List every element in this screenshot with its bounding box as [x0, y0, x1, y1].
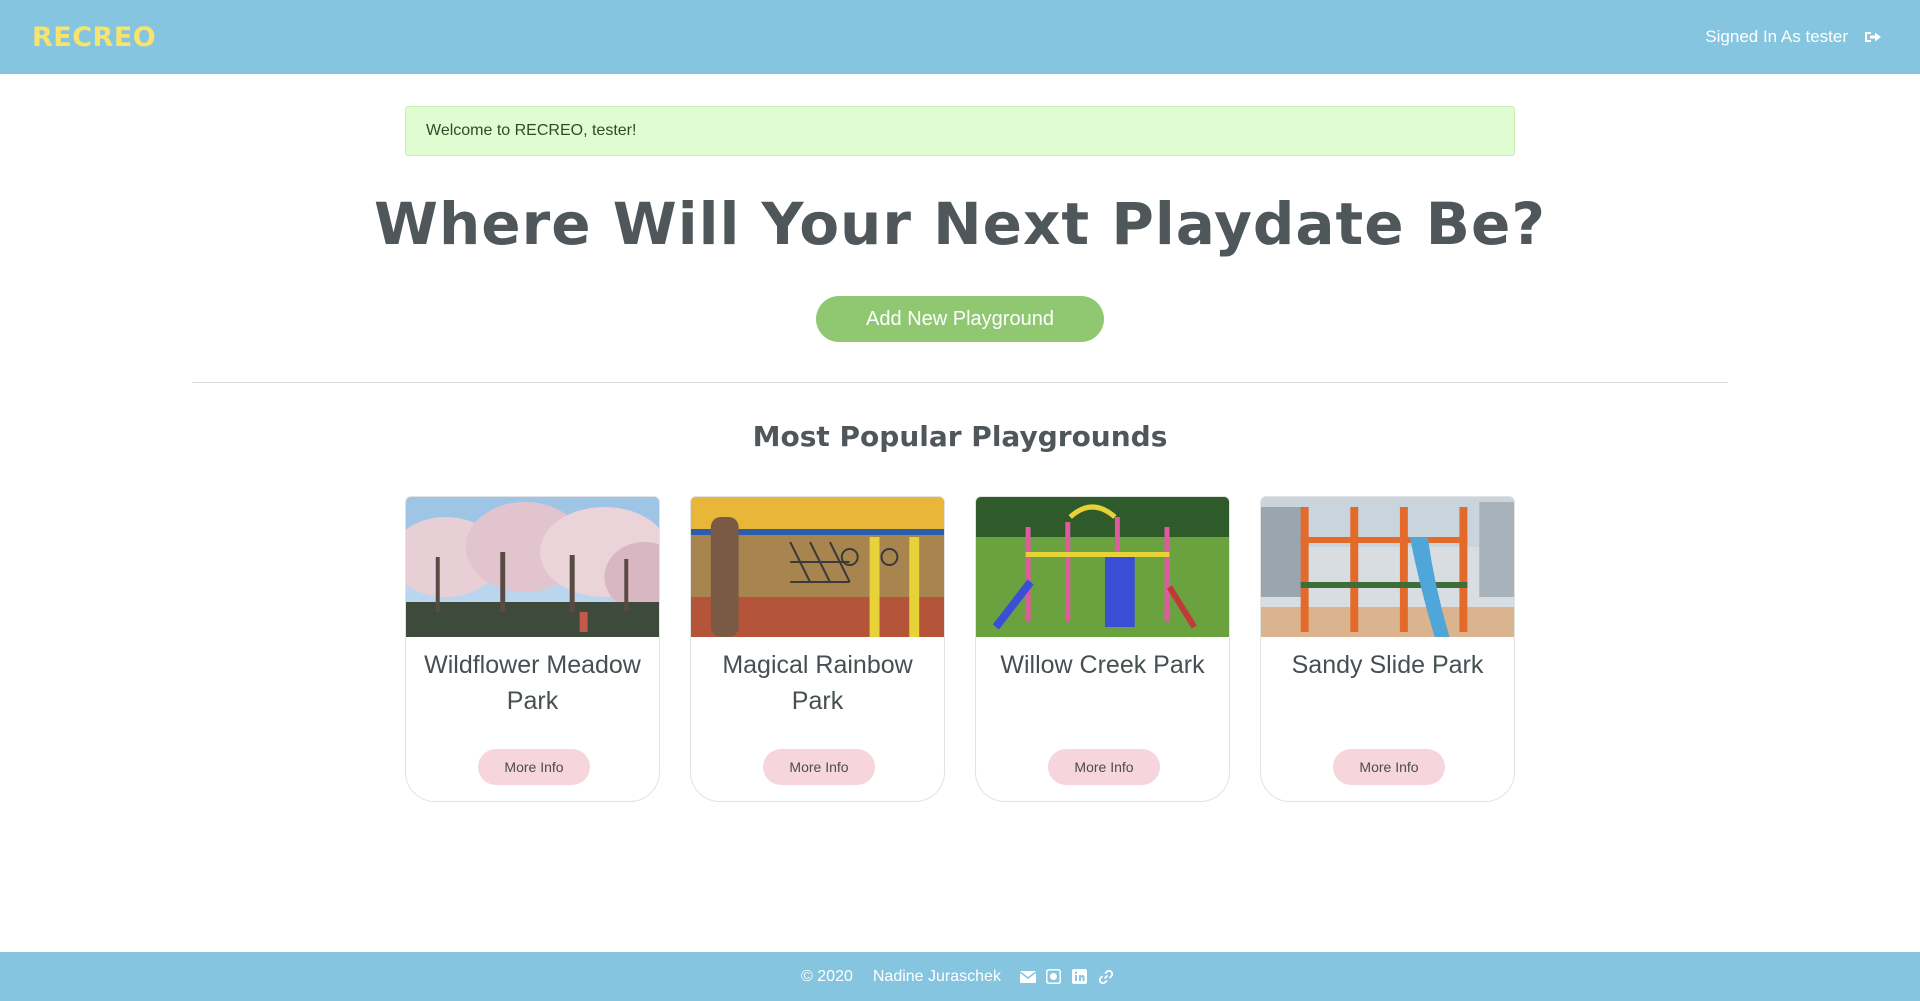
add-playground-button[interactable]: Add New Playground — [816, 296, 1104, 342]
main-content: Welcome to RECREO, tester! Where Will Yo… — [0, 74, 1920, 952]
welcome-message: Welcome to RECREO, tester! — [426, 122, 637, 139]
user-status: Signed In As tester — [1705, 27, 1882, 47]
link-icon[interactable] — [1097, 968, 1115, 986]
section-divider — [192, 382, 1728, 383]
playground-card: Sandy Slide Park More Info — [1260, 496, 1515, 802]
top-navbar: RECREO Signed In As tester — [0, 0, 1920, 74]
playground-name: Wildflower Meadow Park — [424, 651, 641, 715]
more-info-button[interactable]: More Info — [1333, 749, 1445, 785]
signed-in-label: Signed In As tester — [1705, 27, 1848, 46]
github-icon[interactable] — [1045, 968, 1063, 986]
popular-section-title: Most Popular Playgrounds — [752, 420, 1168, 453]
playground-card: Wildflower Meadow Park More Info — [405, 496, 660, 802]
playground-card-list: Wildflower Meadow Park More Info Magical… — [405, 496, 1515, 802]
page-footer: © 2020 Nadine Juraschek — [0, 952, 1920, 1001]
more-info-button[interactable]: More Info — [763, 749, 875, 785]
linkedin-icon[interactable] — [1071, 968, 1089, 986]
more-info-button[interactable]: More Info — [1048, 749, 1160, 785]
author-name: Nadine Juraschek — [872, 967, 1001, 985]
colorful-climbing-frame-photo[interactable] — [976, 497, 1229, 637]
playground-card: Willow Creek Park More Info — [975, 496, 1230, 802]
brand-logo[interactable]: RECREO — [32, 22, 156, 53]
hero-title: Where Will Your Next Playdate Be? — [373, 190, 1546, 258]
sign-out-icon[interactable] — [1864, 30, 1882, 44]
playground-name: Willow Creek Park — [1000, 651, 1205, 679]
welcome-alert: Welcome to RECREO, tester! — [405, 106, 1515, 156]
orange-frame-blue-slide-photo[interactable] — [1261, 497, 1514, 637]
copyright-text: © 2020 — [801, 967, 853, 985]
cherry-blossom-park-photo[interactable] — [406, 497, 659, 637]
more-info-button[interactable]: More Info — [478, 749, 590, 785]
playground-name: Magical Rainbow Park — [722, 651, 913, 715]
playground-name: Sandy Slide Park — [1291, 651, 1484, 679]
envelope-icon[interactable] — [1019, 968, 1037, 986]
playground-card: Magical Rainbow Park More Info — [690, 496, 945, 802]
rope-net-playground-photo[interactable] — [691, 497, 944, 637]
